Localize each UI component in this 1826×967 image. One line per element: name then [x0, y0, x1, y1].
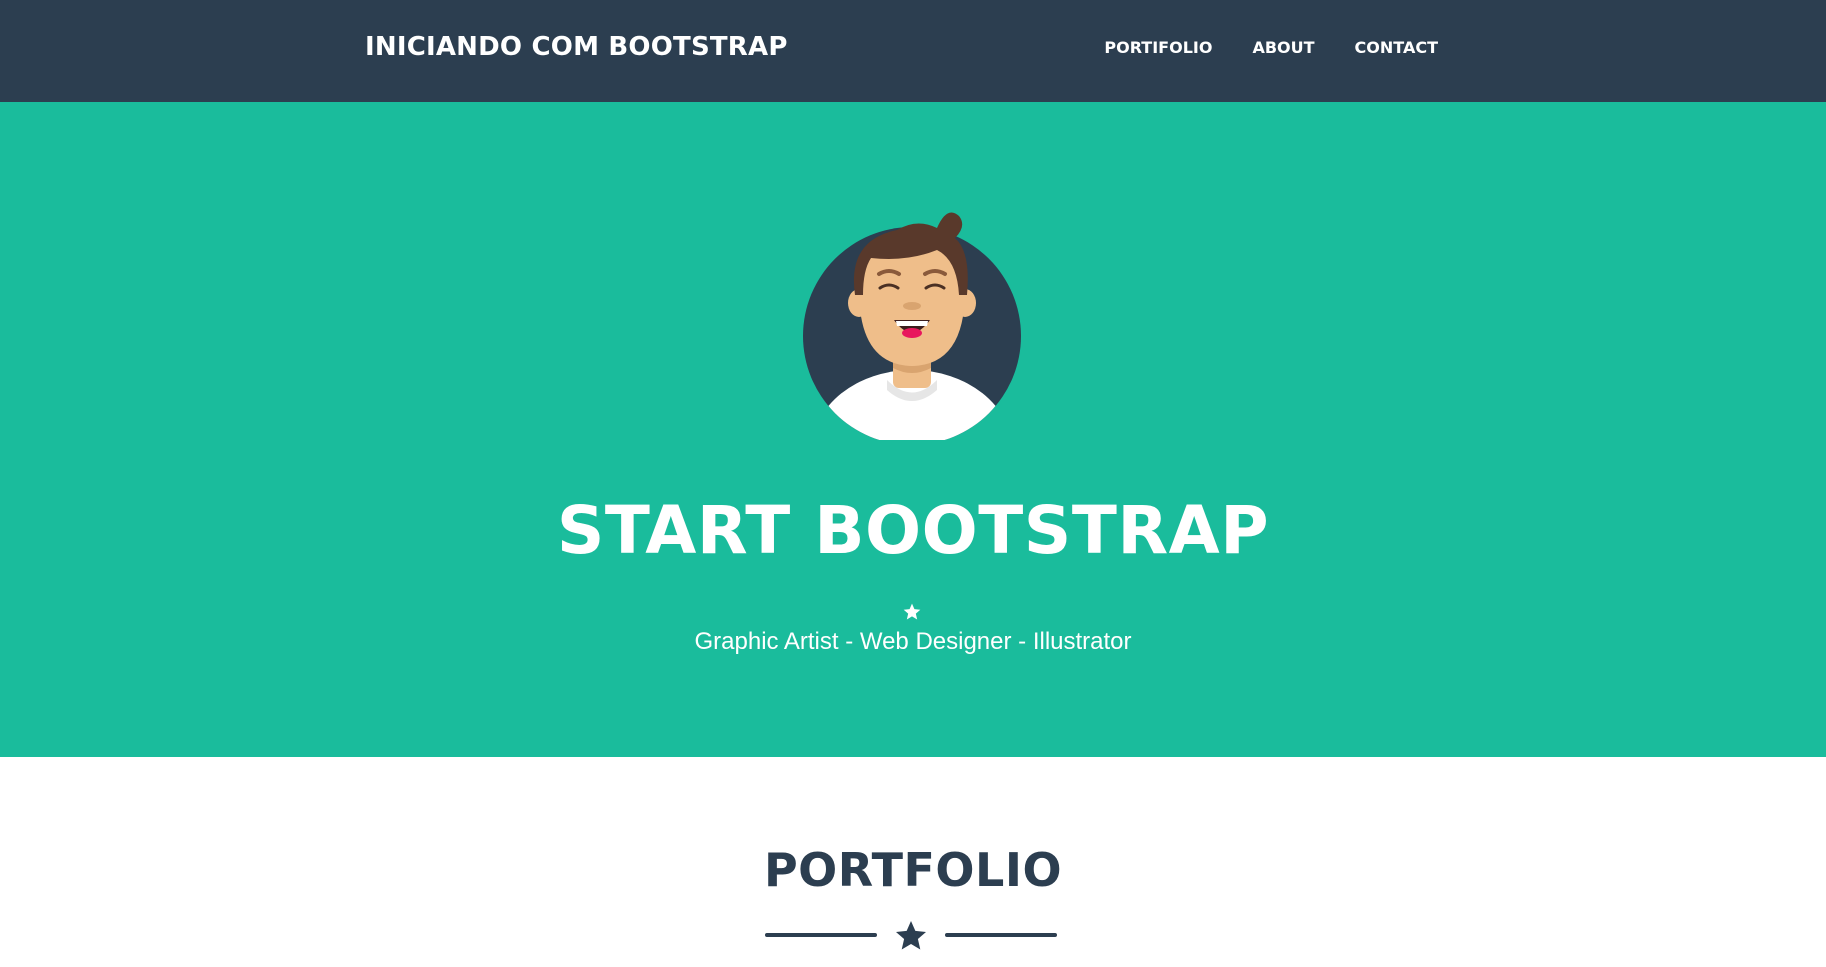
divider-line-left [765, 933, 877, 937]
nav-link-contact[interactable]: CONTACT [1355, 38, 1438, 57]
avatar-illustration [803, 212, 1021, 440]
navbar: INICIANDO COM BOOTSTRAP PORTIFOLIO ABOUT… [0, 0, 1826, 102]
divider-line-right [945, 933, 1057, 937]
masthead-subheading: Graphic Artist - Web Designer - Illustra… [694, 628, 1132, 655]
nav-links: PORTIFOLIO ABOUT CONTACT [1104, 38, 1438, 57]
nav-link-portfolio[interactable]: PORTIFOLIO [1104, 38, 1212, 57]
star-icon [896, 921, 926, 950]
portfolio-heading: PORTFOLIO [763, 843, 1063, 897]
masthead-heading: START BOOTSTRAP [556, 492, 1270, 569]
nav-link-about[interactable]: ABOUT [1252, 38, 1314, 57]
navbar-brand[interactable]: INICIANDO COM BOOTSTRAP [365, 32, 788, 62]
masthead: START BOOTSTRAP Graphic Artist - Web Des… [0, 102, 1826, 757]
star-icon [903, 603, 921, 620]
